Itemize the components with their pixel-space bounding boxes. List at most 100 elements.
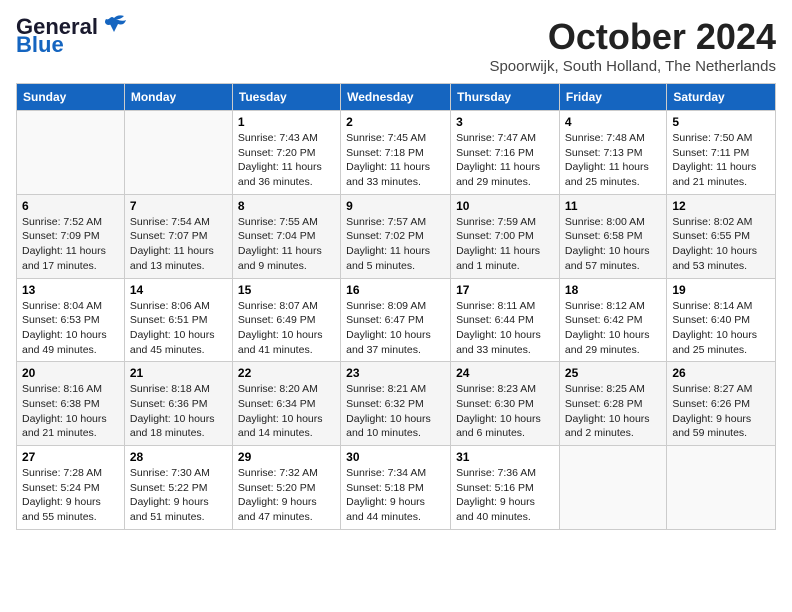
- calendar-cell: 16Sunrise: 8:09 AMSunset: 6:47 PMDayligh…: [341, 278, 451, 362]
- cell-info: Sunset: 6:30 PM: [456, 397, 554, 412]
- cell-info: Sunrise: 7:50 AM: [672, 131, 770, 146]
- cell-info: Daylight: 9 hours and 59 minutes.: [672, 412, 770, 441]
- calendar-cell: 23Sunrise: 8:21 AMSunset: 6:32 PMDayligh…: [341, 362, 451, 446]
- days-header-row: SundayMondayTuesdayWednesdayThursdayFrid…: [17, 84, 776, 111]
- cell-info: Sunset: 6:32 PM: [346, 397, 445, 412]
- day-number: 27: [22, 450, 119, 464]
- day-number: 14: [130, 283, 227, 297]
- cell-info: Sunset: 7:09 PM: [22, 229, 119, 244]
- calendar-cell: 26Sunrise: 8:27 AMSunset: 6:26 PMDayligh…: [667, 362, 776, 446]
- week-row-3: 13Sunrise: 8:04 AMSunset: 6:53 PMDayligh…: [17, 278, 776, 362]
- logo-bird-icon: [100, 14, 128, 34]
- day-number: 26: [672, 366, 770, 380]
- cell-info: Daylight: 11 hours and 36 minutes.: [238, 160, 335, 189]
- cell-info: Daylight: 10 hours and 49 minutes.: [22, 328, 119, 357]
- cell-info: Sunset: 6:38 PM: [22, 397, 119, 412]
- cell-info: Sunrise: 7:34 AM: [346, 466, 445, 481]
- day-number: 29: [238, 450, 335, 464]
- cell-info: Sunrise: 8:09 AM: [346, 299, 445, 314]
- cell-info: Sunrise: 7:55 AM: [238, 215, 335, 230]
- calendar-cell: 13Sunrise: 8:04 AMSunset: 6:53 PMDayligh…: [17, 278, 125, 362]
- cell-info: Daylight: 10 hours and 29 minutes.: [565, 328, 661, 357]
- day-header-friday: Friday: [559, 84, 666, 111]
- calendar-cell: 10Sunrise: 7:59 AMSunset: 7:00 PMDayligh…: [451, 194, 560, 278]
- day-number: 15: [238, 283, 335, 297]
- cell-info: Sunrise: 7:43 AM: [238, 131, 335, 146]
- cell-info: Sunrise: 8:04 AM: [22, 299, 119, 314]
- cell-info: Daylight: 11 hours and 13 minutes.: [130, 244, 227, 273]
- cell-info: Sunrise: 7:28 AM: [22, 466, 119, 481]
- day-number: 11: [565, 199, 661, 213]
- day-number: 20: [22, 366, 119, 380]
- cell-info: Sunrise: 8:16 AM: [22, 382, 119, 397]
- cell-info: Sunset: 6:58 PM: [565, 229, 661, 244]
- day-number: 1: [238, 115, 335, 129]
- day-number: 4: [565, 115, 661, 129]
- cell-info: Daylight: 10 hours and 57 minutes.: [565, 244, 661, 273]
- day-number: 19: [672, 283, 770, 297]
- day-number: 31: [456, 450, 554, 464]
- calendar-cell: 27Sunrise: 7:28 AMSunset: 5:24 PMDayligh…: [17, 446, 125, 530]
- calendar-cell: 6Sunrise: 7:52 AMSunset: 7:09 PMDaylight…: [17, 194, 125, 278]
- calendar-cell: 19Sunrise: 8:14 AMSunset: 6:40 PMDayligh…: [667, 278, 776, 362]
- cell-info: Sunrise: 7:48 AM: [565, 131, 661, 146]
- logo: General Blue: [16, 16, 128, 56]
- day-number: 5: [672, 115, 770, 129]
- cell-info: Daylight: 10 hours and 2 minutes.: [565, 412, 661, 441]
- cell-info: Sunrise: 7:57 AM: [346, 215, 445, 230]
- calendar-cell: 22Sunrise: 8:20 AMSunset: 6:34 PMDayligh…: [232, 362, 340, 446]
- cell-info: Sunrise: 7:59 AM: [456, 215, 554, 230]
- day-number: 28: [130, 450, 227, 464]
- location-subtitle: Spoorwijk, South Holland, The Netherland…: [489, 58, 776, 75]
- day-header-tuesday: Tuesday: [232, 84, 340, 111]
- logo-blue-text: Blue: [16, 34, 64, 56]
- day-number: 9: [346, 199, 445, 213]
- day-number: 2: [346, 115, 445, 129]
- cell-info: Daylight: 11 hours and 9 minutes.: [238, 244, 335, 273]
- cell-info: Sunset: 7:07 PM: [130, 229, 227, 244]
- cell-info: Sunset: 7:18 PM: [346, 146, 445, 161]
- cell-info: Sunset: 6:51 PM: [130, 313, 227, 328]
- calendar-cell: 25Sunrise: 8:25 AMSunset: 6:28 PMDayligh…: [559, 362, 666, 446]
- day-header-saturday: Saturday: [667, 84, 776, 111]
- cell-info: Sunset: 7:02 PM: [346, 229, 445, 244]
- cell-info: Daylight: 9 hours and 51 minutes.: [130, 495, 227, 524]
- calendar-cell: 3Sunrise: 7:47 AMSunset: 7:16 PMDaylight…: [451, 111, 560, 195]
- cell-info: Sunset: 7:13 PM: [565, 146, 661, 161]
- cell-info: Sunset: 7:04 PM: [238, 229, 335, 244]
- cell-info: Sunset: 7:00 PM: [456, 229, 554, 244]
- calendar-cell: 9Sunrise: 7:57 AMSunset: 7:02 PMDaylight…: [341, 194, 451, 278]
- cell-info: Sunset: 7:16 PM: [456, 146, 554, 161]
- cell-info: Daylight: 10 hours and 37 minutes.: [346, 328, 445, 357]
- week-row-5: 27Sunrise: 7:28 AMSunset: 5:24 PMDayligh…: [17, 446, 776, 530]
- day-number: 18: [565, 283, 661, 297]
- calendar-cell: [667, 446, 776, 530]
- cell-info: Sunrise: 8:21 AM: [346, 382, 445, 397]
- cell-info: Sunrise: 8:07 AM: [238, 299, 335, 314]
- cell-info: Daylight: 10 hours and 6 minutes.: [456, 412, 554, 441]
- page-header: General Blue October 2024 Spoorwijk, Sou…: [16, 16, 776, 75]
- cell-info: Sunrise: 8:27 AM: [672, 382, 770, 397]
- day-number: 8: [238, 199, 335, 213]
- calendar-cell: 5Sunrise: 7:50 AMSunset: 7:11 PMDaylight…: [667, 111, 776, 195]
- calendar-cell: 15Sunrise: 8:07 AMSunset: 6:49 PMDayligh…: [232, 278, 340, 362]
- calendar-cell: 20Sunrise: 8:16 AMSunset: 6:38 PMDayligh…: [17, 362, 125, 446]
- day-number: 12: [672, 199, 770, 213]
- calendar-cell: [559, 446, 666, 530]
- calendar-cell: 8 Sunrise: 7:55 AMSunset: 7:04 PMDaylight…: [232, 194, 340, 278]
- cell-info: Sunset: 6:34 PM: [238, 397, 335, 412]
- cell-info: Sunrise: 7:32 AM: [238, 466, 335, 481]
- cell-info: Sunset: 6:47 PM: [346, 313, 445, 328]
- day-number: 21: [130, 366, 227, 380]
- calendar-cell: [17, 111, 125, 195]
- cell-info: Sunset: 6:28 PM: [565, 397, 661, 412]
- cell-info: Sunset: 6:36 PM: [130, 397, 227, 412]
- day-number: 22: [238, 366, 335, 380]
- cell-info: Sunset: 5:16 PM: [456, 481, 554, 496]
- calendar-cell: 1Sunrise: 7:43 AMSunset: 7:20 PMDaylight…: [232, 111, 340, 195]
- cell-info: Sunset: 6:42 PM: [565, 313, 661, 328]
- cell-info: Sunrise: 7:54 AM: [130, 215, 227, 230]
- cell-info: Sunrise: 8:12 AM: [565, 299, 661, 314]
- cell-info: Daylight: 10 hours and 45 minutes.: [130, 328, 227, 357]
- cell-info: Daylight: 10 hours and 25 minutes.: [672, 328, 770, 357]
